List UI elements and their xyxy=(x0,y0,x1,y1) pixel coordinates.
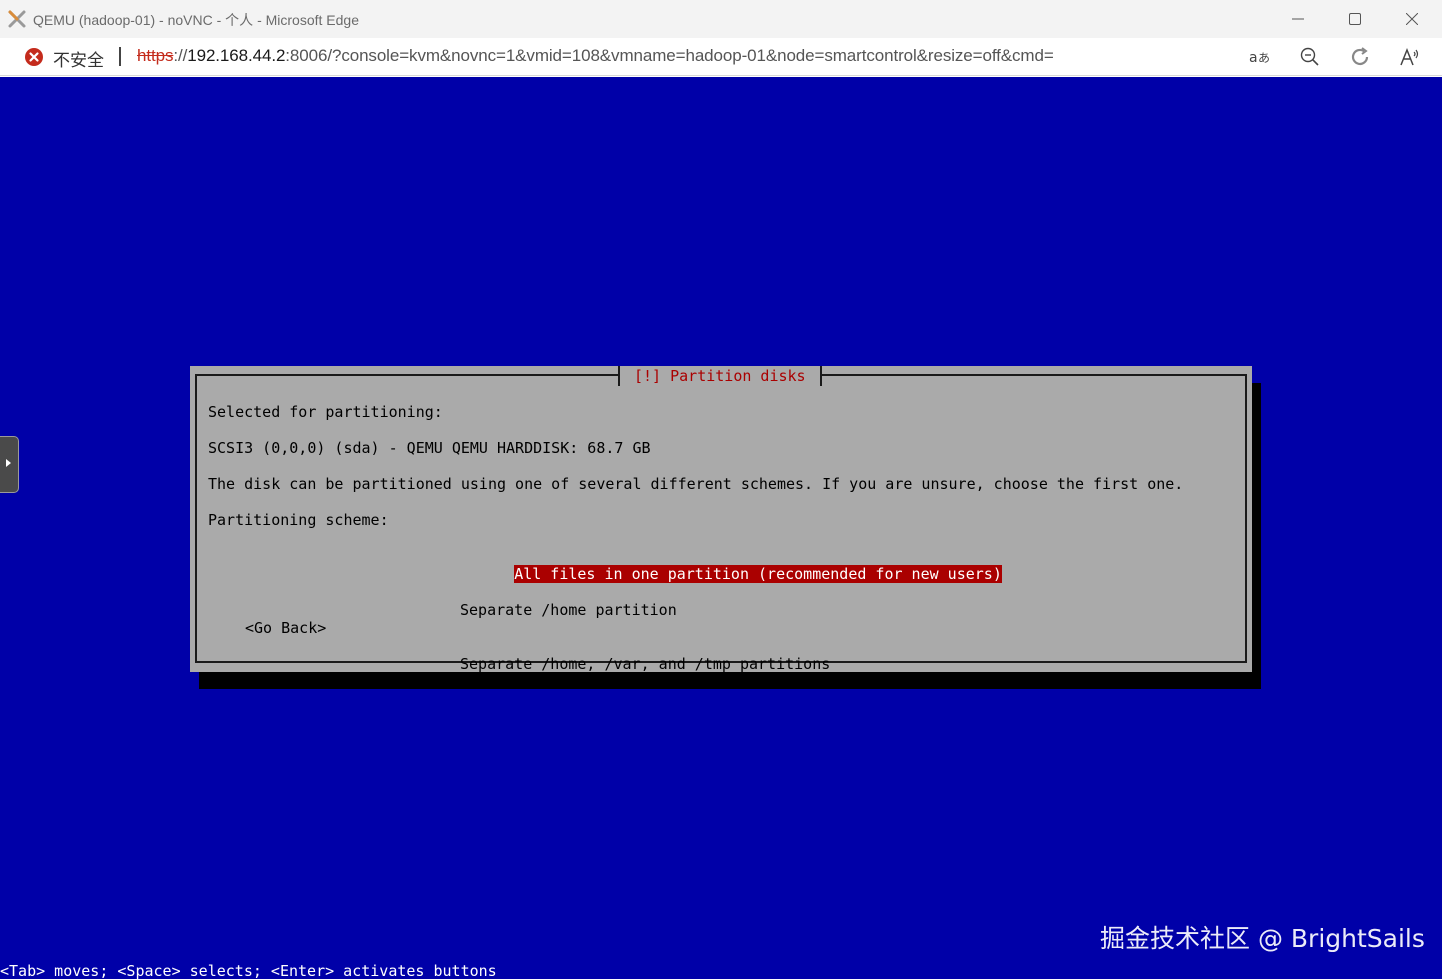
address-bar[interactable]: 不安全 https://192.168.44.2:8006/?console=k… xyxy=(0,38,1442,76)
translate-icon[interactable]: a あ xyxy=(1248,45,1272,69)
svg-text:a: a xyxy=(1249,50,1258,66)
go-back-button[interactable]: <Go Back> xyxy=(245,619,326,637)
read-aloud-icon[interactable] xyxy=(1398,45,1422,69)
url-host: 192.168.44.2 xyxy=(187,46,286,65)
disk-info: SCSI3 (0,0,0) (sda) - QEMU QEMU HARDDISK… xyxy=(208,439,651,457)
svg-text:あ: あ xyxy=(1258,51,1270,65)
close-button[interactable] xyxy=(1384,0,1440,38)
scheme-list[interactable]: All files in one partition (recommended … xyxy=(460,547,1002,709)
scheme-option-separate-home-var-tmp[interactable]: Separate /home, /var, and /tmp partition… xyxy=(460,655,1002,673)
novnc-control-bar-handle[interactable] xyxy=(0,436,19,493)
maximize-icon xyxy=(1349,13,1361,25)
zoom-out-icon[interactable] xyxy=(1298,45,1322,69)
scheme-option-all-in-one[interactable]: All files in one partition (recommended … xyxy=(514,565,1002,583)
url-separator: :// xyxy=(173,46,188,65)
security-label[interactable]: 不安全 xyxy=(53,46,104,71)
url-path: :8006/?console=kvm&novnc=1&vmid=108&vmna… xyxy=(285,46,1054,65)
close-icon xyxy=(1406,13,1418,25)
keyboard-hint: <Tab> moves; <Space> selects; <Enter> ac… xyxy=(0,962,497,979)
not-secure-icon[interactable] xyxy=(24,47,44,67)
window-title: QEMU (hadoop-01) - noVNC - 个人 - Microsof… xyxy=(33,12,359,28)
refresh-icon[interactable] xyxy=(1348,45,1372,69)
scheme-description: The disk can be partitioned using one of… xyxy=(208,475,1184,493)
maximize-button[interactable] xyxy=(1327,0,1383,38)
scheme-label: Partitioning scheme: xyxy=(208,511,389,529)
expand-arrow-icon xyxy=(6,459,11,467)
app-icon xyxy=(7,9,27,29)
vnc-console[interactable]: [!] Partition disks Selected for partiti… xyxy=(0,77,1442,979)
minimize-button[interactable] xyxy=(1270,0,1326,38)
selected-label: Selected for partitioning: xyxy=(208,403,443,421)
url-field[interactable]: https://192.168.44.2:8006/?console=kvm&n… xyxy=(137,46,1054,66)
partition-dialog: [!] Partition disks Selected for partiti… xyxy=(190,366,1252,673)
url-scheme: https xyxy=(137,46,174,65)
window-titlebar: QEMU (hadoop-01) - noVNC - 个人 - Microsof… xyxy=(0,0,1442,38)
watermark: 掘金技术社区 @ BrightSails xyxy=(1100,924,1425,953)
scheme-option-separate-home[interactable]: Separate /home partition xyxy=(460,601,1002,619)
dialog-title: [!] Partition disks xyxy=(618,366,822,386)
minimize-icon xyxy=(1292,18,1304,20)
address-separator xyxy=(119,47,121,66)
